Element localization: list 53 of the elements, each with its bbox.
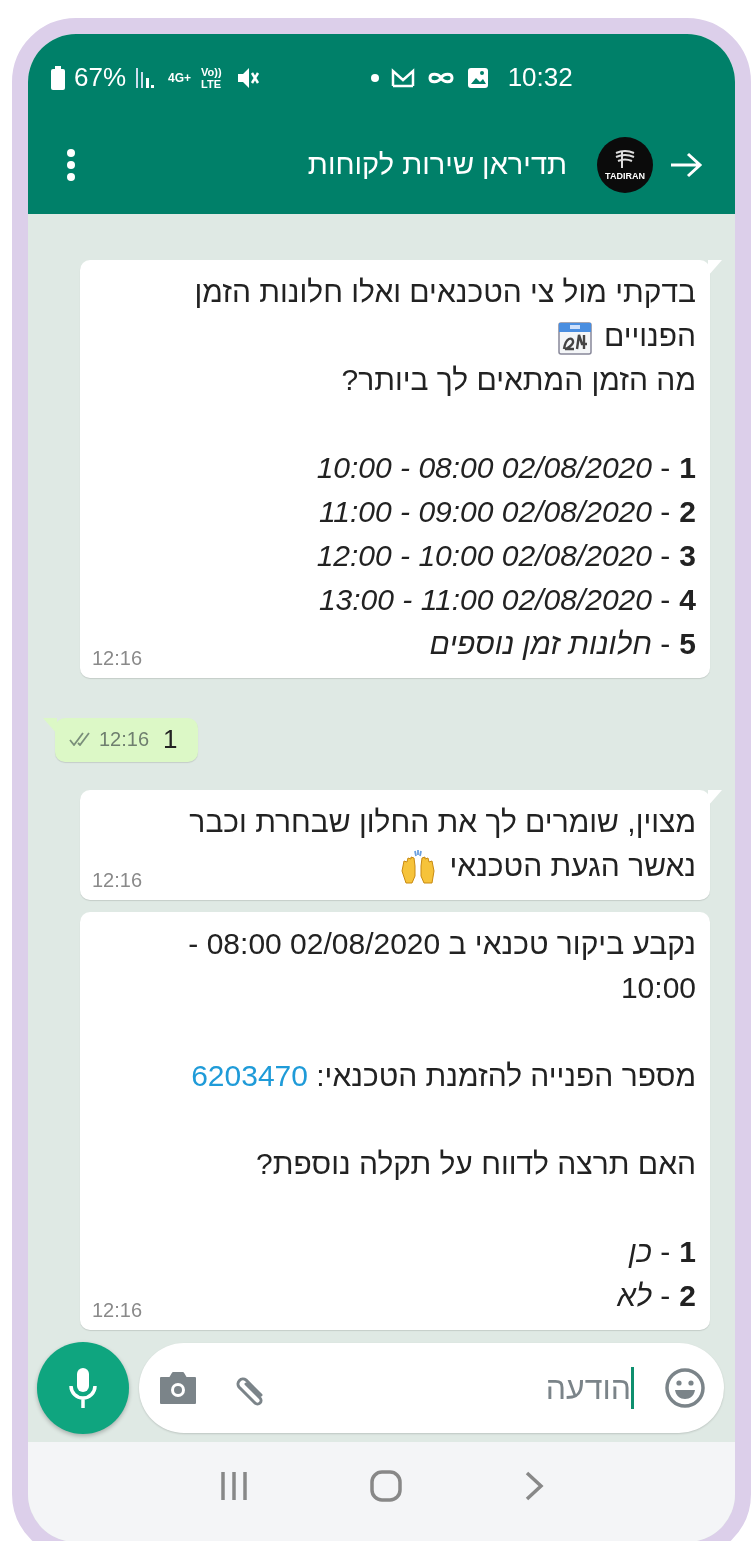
calendar-icon — [557, 321, 592, 356]
option-number: 1 — [679, 1234, 696, 1270]
option-number: 1 — [679, 450, 696, 486]
mute-icon — [236, 66, 261, 89]
camera-icon[interactable] — [157, 1370, 199, 1406]
option-text: - חלונות זמן נוספים — [429, 626, 671, 662]
battery-percent: 67% — [74, 62, 127, 94]
home-icon[interactable] — [370, 1470, 403, 1502]
option-text: - 02/08/2020 08:00 - 10:00 — [316, 450, 671, 486]
logo-icon — [614, 148, 636, 169]
logo-text: TADIRAN — [605, 170, 645, 181]
back-icon[interactable] — [524, 1470, 545, 1502]
network-type: 4G+ — [168, 70, 192, 85]
option-text: - 02/08/2020 10:00 - 12:00 — [316, 538, 671, 574]
message-time: 12:16 — [92, 869, 143, 892]
emoji-icon[interactable] — [664, 1367, 706, 1409]
message-text: מה הזמן המתאים לך ביותר? — [341, 363, 696, 396]
message-text: בדקתי מול צי הטכנאים ואלו חלונות הזמן — [194, 275, 696, 308]
message-field[interactable]: הודעה — [301, 1358, 634, 1418]
dot-icon — [370, 73, 379, 82]
option-number: 5 — [679, 626, 696, 662]
message-text: האם תרצה לדווח על תקלה נוספת? — [256, 1147, 696, 1180]
message-text: הפנויים — [603, 319, 696, 352]
signal-icon — [135, 65, 156, 90]
option-number: 4 — [679, 582, 696, 618]
clock: 10:32 — [507, 62, 573, 94]
message-text: מצוין, שומרים לך את החלון שבחרת וכבר — [189, 805, 696, 838]
option-number: 3 — [679, 538, 696, 574]
option-number: 2 — [679, 494, 696, 530]
microphone-icon — [68, 1366, 98, 1410]
image-icon — [466, 66, 489, 89]
volte-label: Vo)) — [201, 65, 222, 78]
option-number: 2 — [679, 1278, 696, 1314]
message-time: 12:16 — [92, 1299, 143, 1322]
message-time: 12:16 — [92, 647, 143, 670]
chat-title[interactable]: תדיראן שירות לקוחות — [307, 148, 567, 182]
message-text: נקבע ביקור טכנאי ב 02/08/2020 08:00 - 10:00 — [188, 927, 696, 1004]
voice-record-button[interactable] — [37, 1342, 129, 1434]
mail-icon — [390, 67, 415, 88]
recent-apps-icon[interactable] — [218, 1470, 249, 1502]
battery-icon — [51, 65, 65, 90]
message-text: 1 — [163, 724, 178, 754]
menu-icon[interactable] — [66, 147, 76, 182]
option-text: - לא — [617, 1278, 671, 1314]
option-text: - 02/08/2020 09:00 - 11:00 — [318, 494, 671, 530]
option-text: - כן — [628, 1234, 671, 1270]
option-text: - 02/08/2020 11:00 - 13:00 — [318, 582, 671, 618]
message-text: נאשר הגעת הטכנאי — [449, 849, 696, 882]
lte-label: LTE — [201, 77, 222, 90]
avatar[interactable]: TADIRAN — [597, 136, 653, 193]
reference-number-link[interactable]: 6203470 — [191, 1059, 308, 1092]
message-time: 12:16 — [99, 727, 150, 751]
back-arrow-icon[interactable] — [669, 150, 703, 179]
